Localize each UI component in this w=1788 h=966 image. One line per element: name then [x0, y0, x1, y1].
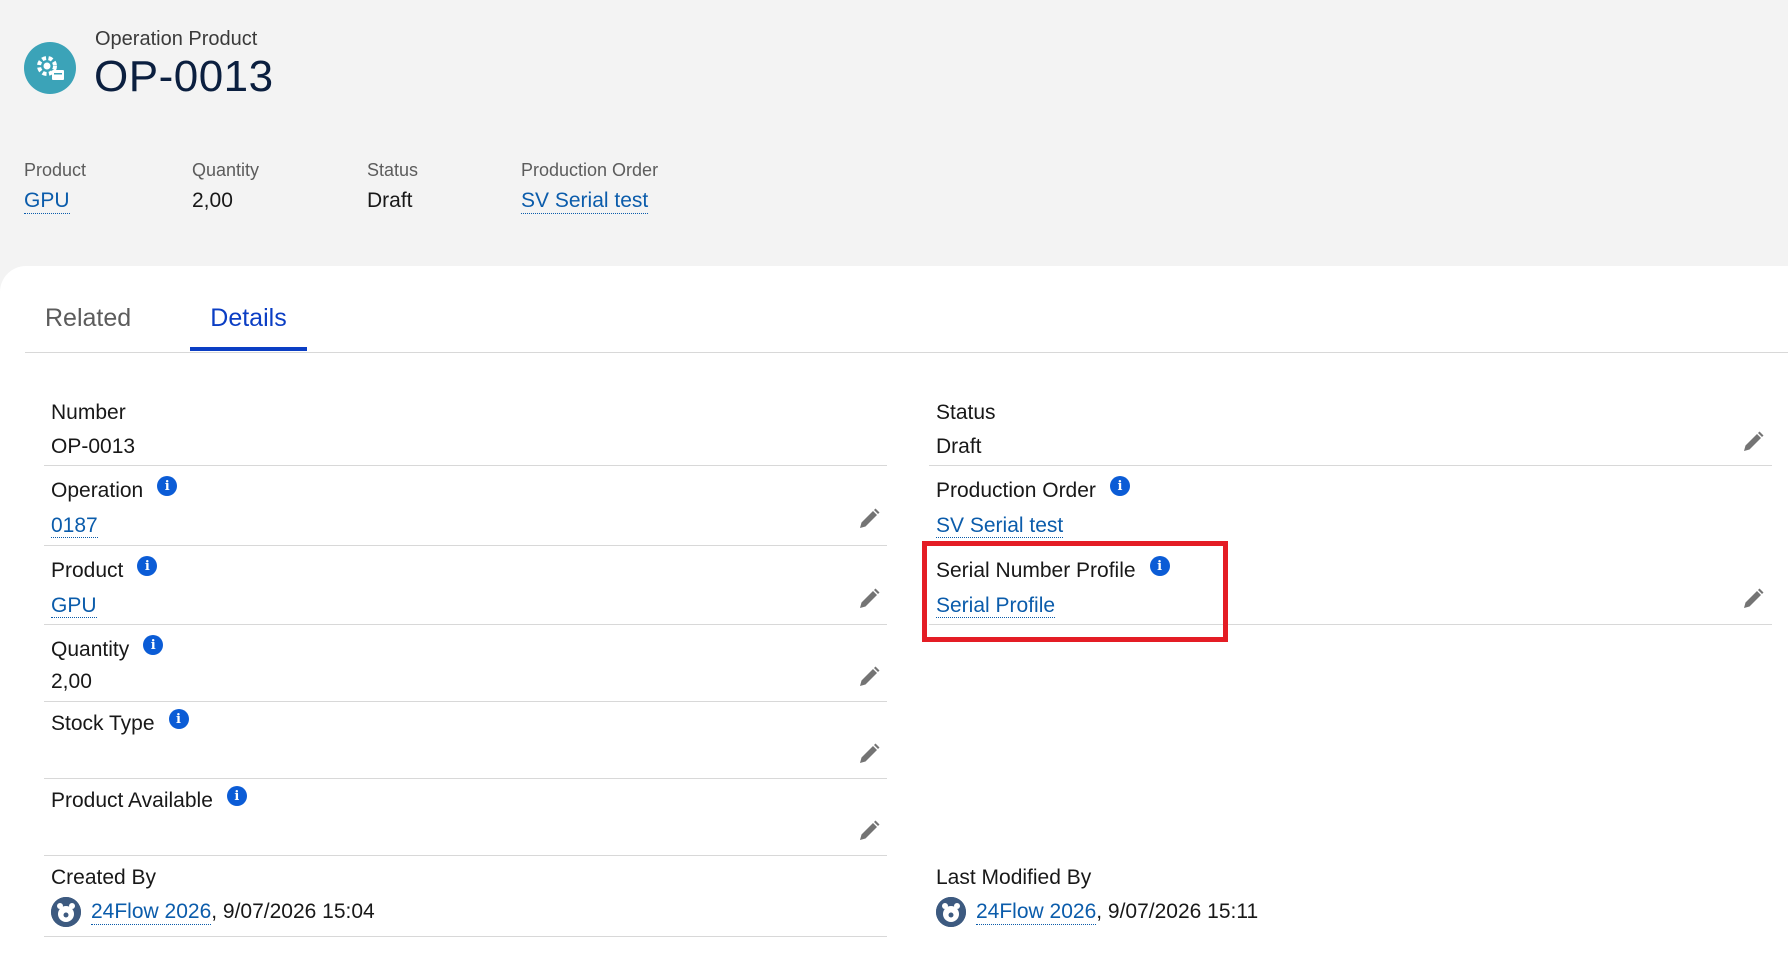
field-stock-type: Stock Type i [44, 702, 887, 779]
field-label: Created By [51, 866, 157, 889]
highlight-product: Product GPU [24, 160, 86, 214]
field-label: Stock Type i [51, 709, 189, 736]
highlight-value: 2,00 [192, 189, 233, 212]
edit-pencil-icon[interactable] [857, 742, 881, 766]
edit-pencil-icon[interactable] [1741, 430, 1765, 454]
highlight-label: Quantity [192, 160, 260, 180]
edit-pencil-icon[interactable] [857, 665, 881, 689]
edit-pencil-icon[interactable] [857, 507, 881, 531]
info-icon[interactable]: i [157, 476, 178, 496]
production-order-link[interactable]: SV Serial test [521, 189, 649, 214]
tab-details[interactable]: Details [190, 304, 307, 351]
serial-profile-link[interactable]: Serial Profile [936, 594, 1056, 618]
info-icon[interactable]: i [1149, 556, 1170, 576]
field-label: Operation i [51, 476, 178, 503]
product-field-link[interactable]: GPU [51, 594, 97, 618]
field-product-available: Product Available i [44, 779, 887, 856]
operation-product-icon [24, 42, 76, 94]
created-by-user-link[interactable]: 24Flow 2026 [91, 900, 212, 925]
field-value: Draft [936, 435, 982, 458]
field-label: Product Available i [51, 786, 247, 813]
info-icon[interactable]: i [226, 786, 247, 806]
tab-bar: Related Details [25, 266, 1788, 353]
created-date: , 9/07/2026 15:04 [211, 900, 375, 923]
modified-by-user-link[interactable]: 24Flow 2026 [976, 900, 1097, 925]
field-serial-number-profile: Serial Number Profile i Serial Profile [929, 546, 1772, 625]
user-avatar [936, 897, 966, 927]
highlight-quantity: Quantity 2,00 [192, 160, 259, 213]
field-product: Product i GPU [44, 546, 887, 625]
record-header: Operation Product OP-0013 Product GPU Qu… [0, 0, 1788, 270]
field-value: 2,00 [51, 670, 92, 693]
object-type-label: Operation Product [95, 28, 258, 50]
field-label: Serial Number Profile i [936, 556, 1170, 583]
edit-pencil-icon[interactable] [857, 587, 881, 611]
info-icon[interactable]: i [137, 556, 158, 576]
field-label: Production Order i [936, 476, 1130, 503]
field-label: Quantity i [51, 635, 164, 662]
info-icon[interactable]: i [1109, 476, 1130, 496]
edit-pencil-icon[interactable] [857, 819, 881, 843]
user-avatar [51, 897, 81, 927]
highlight-production-order: Production Order SV Serial test [521, 160, 658, 214]
tab-related[interactable]: Related [45, 304, 131, 347]
field-status: Status Draft [929, 395, 1772, 466]
field-label: Last Modified By [936, 866, 1092, 889]
field-created-by: Created By 24Flow 2026 , 9/07/2026 15:04 [44, 856, 887, 937]
info-icon[interactable]: i [143, 635, 164, 655]
field-quantity: Quantity i 2,00 [44, 625, 887, 702]
production-order-field-link[interactable]: SV Serial test [936, 514, 1064, 538]
operation-link[interactable]: 0187 [51, 514, 98, 538]
field-label: Status [936, 401, 996, 424]
field-label: Number [51, 401, 126, 424]
field-number: Number OP-0013 [44, 395, 887, 466]
field-label: Product i [51, 556, 158, 583]
modified-date: , 9/07/2026 15:11 [1096, 900, 1259, 923]
edit-pencil-icon[interactable] [1741, 587, 1765, 611]
highlight-status: Status Draft [367, 160, 418, 213]
highlight-label: Production Order [521, 160, 659, 180]
field-last-modified-by: Last Modified By 24Flow 2026 , 9/07/2026… [929, 856, 1772, 936]
highlight-label: Product [24, 160, 87, 180]
record-title: OP-0013 [94, 52, 274, 101]
info-icon[interactable]: i [168, 709, 189, 729]
highlight-label: Status [367, 160, 419, 180]
field-operation: Operation i 0187 [44, 466, 887, 546]
product-link[interactable]: GPU [24, 189, 70, 214]
highlight-value: Draft [367, 189, 413, 212]
field-value: OP-0013 [51, 435, 136, 458]
field-production-order: Production Order i SV Serial test [929, 466, 1772, 545]
